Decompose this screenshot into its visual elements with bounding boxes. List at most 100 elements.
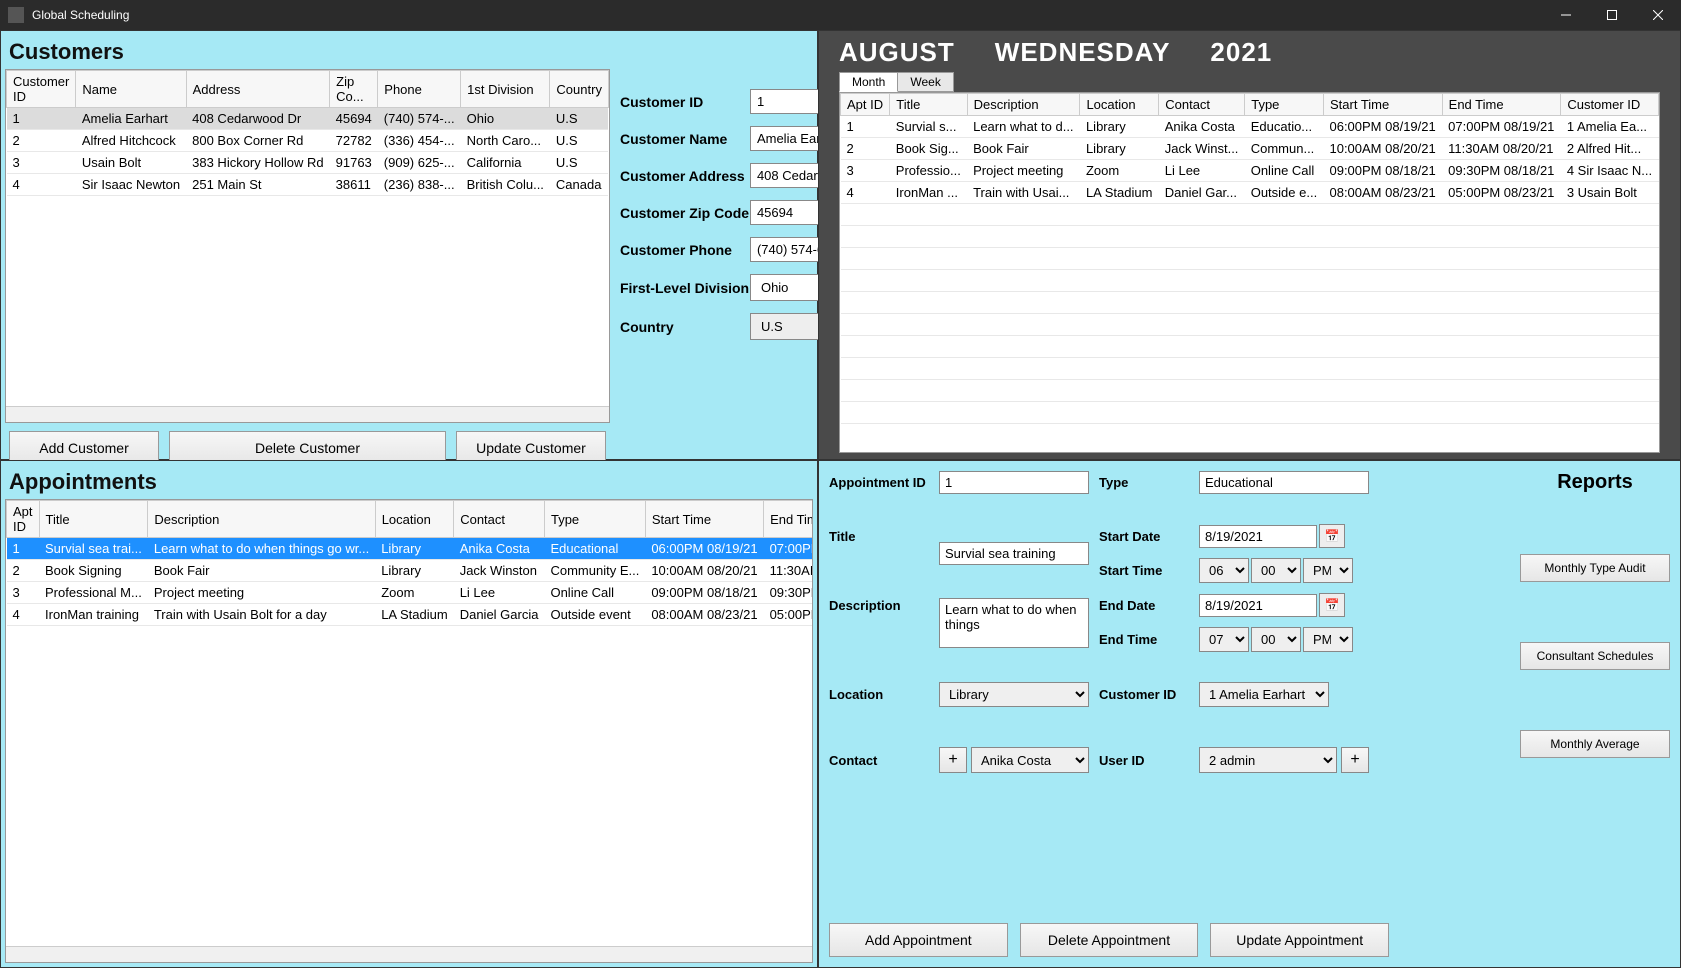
customer-country-label: Country xyxy=(620,319,750,335)
maximize-button[interactable] xyxy=(1589,0,1635,30)
customer-address-label: Customer Address xyxy=(620,168,750,184)
table-row[interactable]: 3Professional M...Project meetingZoomLi … xyxy=(7,582,814,604)
apt-start-ap[interactable]: PM xyxy=(1303,558,1353,583)
appointments-col-header[interactable]: End Time xyxy=(764,501,813,538)
calendar-year: 2021 xyxy=(1210,37,1272,68)
apt-contact-select[interactable]: Anika Costa xyxy=(971,747,1089,773)
table-row[interactable]: 2Book Sig...Book FairLibraryJack Winst..… xyxy=(841,138,1659,160)
apt-customer-select[interactable]: 1 Amelia Earhart xyxy=(1199,682,1329,707)
apt-user-select[interactable]: 2 admin xyxy=(1199,747,1337,773)
appointments-hscroll[interactable] xyxy=(6,946,812,962)
appointments-grid[interactable]: Apt IDTitleDescriptionLocationContactTyp… xyxy=(5,499,813,963)
apt-desc-input[interactable] xyxy=(939,598,1089,648)
customers-col-header[interactable]: Customer ID xyxy=(7,71,76,108)
calendar-col-header[interactable]: Customer ID xyxy=(1561,94,1659,116)
apt-location-select[interactable]: Library xyxy=(939,682,1089,707)
appointments-col-header[interactable]: Title xyxy=(39,501,148,538)
window-title: Global Scheduling xyxy=(32,8,129,22)
table-row[interactable]: 1Survial s...Learn what to d...LibraryAn… xyxy=(841,116,1659,138)
apt-id-label: Appointment ID xyxy=(829,475,929,490)
customers-col-header[interactable]: Phone xyxy=(378,71,461,108)
tab-month[interactable]: Month xyxy=(839,72,898,92)
customer-zip-label: Customer Zip Code xyxy=(620,205,750,221)
apt-end-ap[interactable]: PM xyxy=(1303,627,1353,652)
appointments-col-header[interactable]: Apt ID xyxy=(7,501,40,538)
table-row[interactable]: 4Sir Isaac Newton251 Main St38611(236) 8… xyxy=(7,174,609,196)
reports-title: Reports xyxy=(1520,471,1670,494)
apt-end-hh[interactable]: 07 xyxy=(1199,627,1249,652)
apt-customer-label: Customer ID xyxy=(1099,687,1189,702)
apt-title-label: Title xyxy=(829,529,929,544)
calendar-icon[interactable]: 📅 xyxy=(1319,524,1345,548)
customers-grid[interactable]: Customer IDNameAddressZip Co...Phone1st … xyxy=(5,69,610,423)
customers-col-header[interactable]: Zip Co... xyxy=(330,71,378,108)
calendar-col-header[interactable]: Contact xyxy=(1159,94,1245,116)
apt-start-hh[interactable]: 06 xyxy=(1199,558,1249,583)
close-button[interactable] xyxy=(1635,0,1681,30)
customer-name-label: Customer Name xyxy=(620,131,750,147)
add-appointment-button[interactable]: Add Appointment xyxy=(829,923,1008,957)
apt-startdate-label: Start Date xyxy=(1099,529,1189,544)
tab-week[interactable]: Week xyxy=(897,72,953,92)
apt-enddate-label: End Date xyxy=(1099,598,1189,613)
calendar-col-header[interactable]: End Time xyxy=(1442,94,1561,116)
calendar-col-header[interactable]: Description xyxy=(967,94,1080,116)
calendar-col-header[interactable]: Location xyxy=(1080,94,1159,116)
appointments-title: Appointments xyxy=(9,469,813,495)
calendar-col-header[interactable]: Title xyxy=(890,94,967,116)
monthly-average-button[interactable]: Monthly Average xyxy=(1520,730,1670,758)
customer-id-label: Customer ID xyxy=(620,94,750,110)
minimize-button[interactable] xyxy=(1543,0,1589,30)
apt-type-label: Type xyxy=(1099,475,1189,490)
apt-user-label: User ID xyxy=(1099,753,1189,768)
appointments-col-header[interactable]: Description xyxy=(148,501,375,538)
customer-division-label: First-Level Division xyxy=(620,280,750,296)
customers-title: Customers xyxy=(9,39,813,65)
titlebar: Global Scheduling xyxy=(0,0,1681,30)
calendar-col-header[interactable]: Type xyxy=(1245,94,1324,116)
apt-id-input[interactable] xyxy=(939,471,1089,494)
table-row[interactable]: 3Professio...Project meetingZoomLi LeeOn… xyxy=(841,160,1659,182)
calendar-day: WEDNESDAY xyxy=(995,37,1171,68)
calendar-grid[interactable]: Apt IDTitleDescriptionLocationContactTyp… xyxy=(839,92,1660,453)
appointments-col-header[interactable]: Location xyxy=(375,501,454,538)
add-user-icon[interactable]: + xyxy=(1341,747,1369,773)
table-row[interactable]: 3Usain Bolt383 Hickory Hollow Rd91763(90… xyxy=(7,152,609,174)
apt-enddate-input[interactable] xyxy=(1199,594,1317,617)
customers-col-header[interactable]: Country xyxy=(550,71,609,108)
table-row[interactable]: 2Book SigningBook FairLibraryJack Winsto… xyxy=(7,560,814,582)
customers-col-header[interactable]: 1st Division xyxy=(461,71,550,108)
appointments-col-header[interactable]: Start Time xyxy=(645,501,763,538)
appointments-panel: Appointments Apt IDTitleDescriptionLocat… xyxy=(0,460,818,968)
table-row[interactable]: 1Amelia Earhart408 Cedarwood Dr45694(740… xyxy=(7,108,609,130)
add-contact-icon[interactable]: + xyxy=(939,747,967,773)
customers-col-header[interactable]: Name xyxy=(76,71,186,108)
customers-panel: Customers Customer IDNameAddressZip Co..… xyxy=(0,30,818,460)
apt-type-input[interactable] xyxy=(1199,471,1369,494)
customers-hscroll[interactable] xyxy=(6,406,609,422)
table-row[interactable]: 4IronMan ...Train with Usai...LA Stadium… xyxy=(841,182,1659,204)
calendar-col-header[interactable]: Start Time xyxy=(1323,94,1442,116)
appointments-col-header[interactable]: Contact xyxy=(454,501,545,538)
customer-phone-label: Customer Phone xyxy=(620,242,750,258)
customers-col-header[interactable]: Address xyxy=(186,71,330,108)
apt-end-mm[interactable]: 00 xyxy=(1251,627,1301,652)
delete-appointment-button[interactable]: Delete Appointment xyxy=(1020,923,1199,957)
appointment-form-panel: Appointment ID Type Title Start Date 📅 S… xyxy=(818,460,1681,968)
apt-endtime-label: End Time xyxy=(1099,632,1189,647)
apt-startdate-input[interactable] xyxy=(1199,525,1317,548)
monthly-type-audit-button[interactable]: Monthly Type Audit xyxy=(1520,554,1670,582)
table-row[interactable]: 4IronMan trainingTrain with Usain Bolt f… xyxy=(7,604,814,626)
calendar-icon[interactable]: 📅 xyxy=(1319,593,1345,617)
apt-title-input[interactable] xyxy=(939,542,1089,565)
appointments-col-header[interactable]: Type xyxy=(544,501,645,538)
consultant-schedules-button[interactable]: Consultant Schedules xyxy=(1520,642,1670,670)
apt-contact-label: Contact xyxy=(829,753,929,768)
apt-start-mm[interactable]: 00 xyxy=(1251,558,1301,583)
app-icon xyxy=(8,7,24,23)
update-appointment-button[interactable]: Update Appointment xyxy=(1210,923,1389,957)
calendar-col-header[interactable]: Apt ID xyxy=(841,94,890,116)
table-row[interactable]: 2Alfred Hitchcock800 Box Corner Rd72782(… xyxy=(7,130,609,152)
table-row[interactable]: 1Survial sea trai...Learn what to do whe… xyxy=(7,538,814,560)
calendar-month: AUGUST xyxy=(839,37,955,68)
